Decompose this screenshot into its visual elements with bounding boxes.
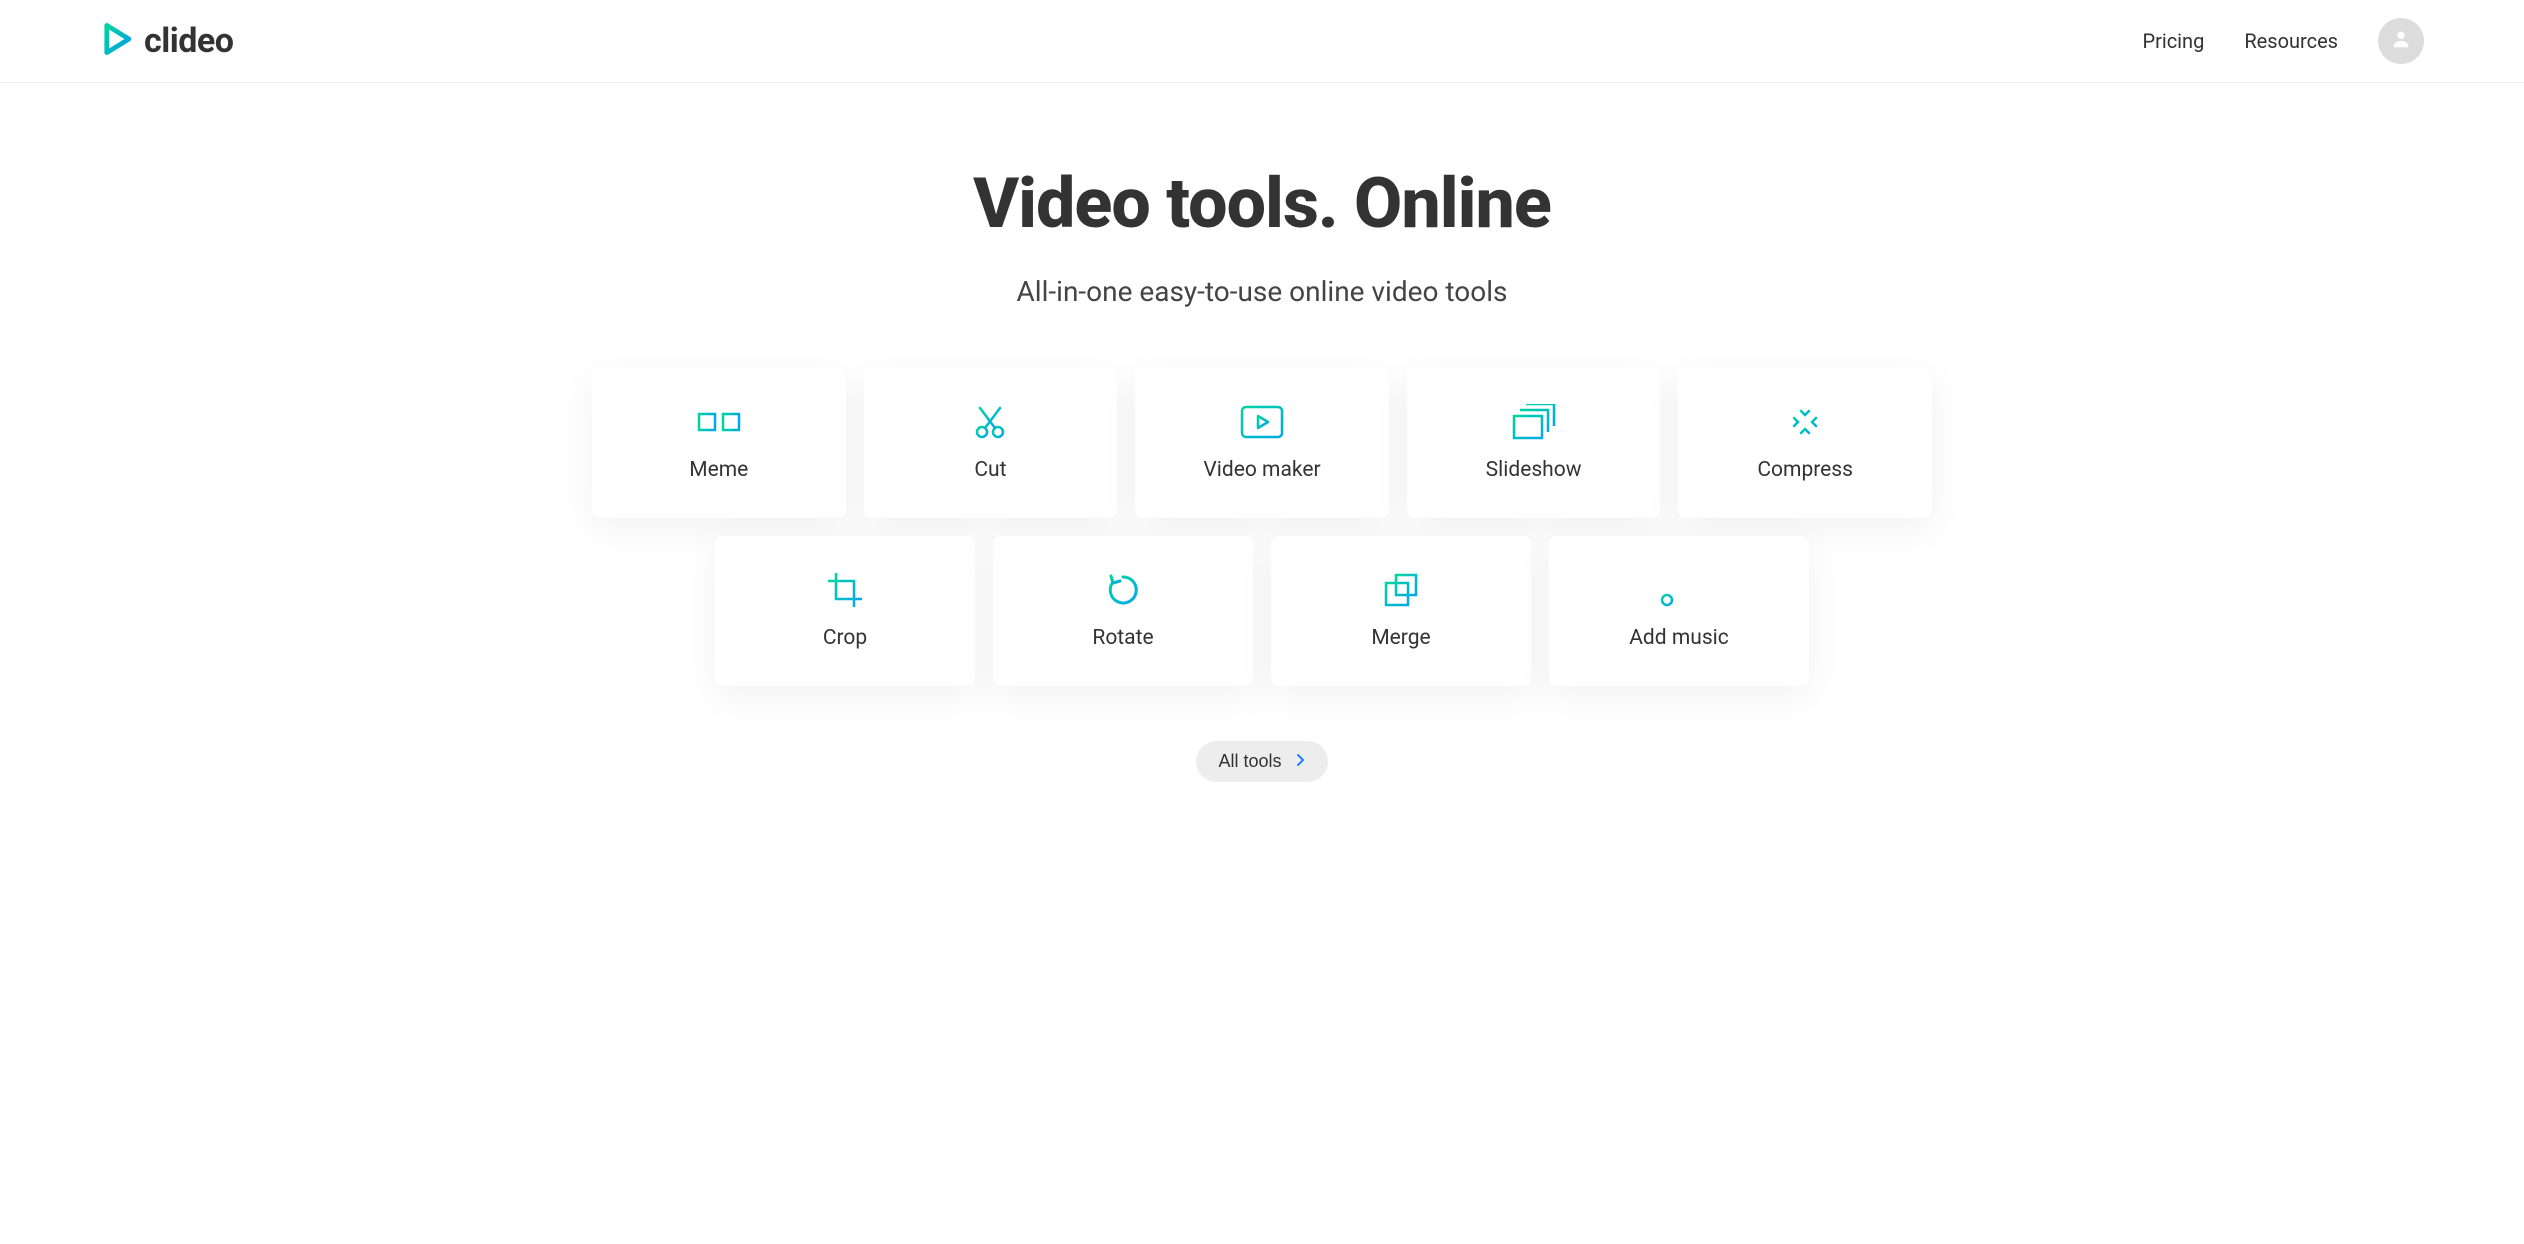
avatar[interactable] bbox=[2378, 18, 2424, 64]
tool-video-maker[interactable]: Video maker bbox=[1135, 368, 1389, 518]
chevron-right-icon bbox=[1296, 751, 1306, 772]
tools-row-1: Meme Cut Video bbox=[592, 368, 1932, 518]
tool-label: Slideshow bbox=[1486, 458, 1582, 482]
play-icon bbox=[100, 22, 134, 60]
tool-label: Video maker bbox=[1203, 458, 1320, 482]
tool-cut[interactable]: Cut bbox=[864, 368, 1118, 518]
tool-label: Meme bbox=[689, 458, 748, 482]
tool-compress[interactable]: Compress bbox=[1678, 368, 1932, 518]
slideshow-icon bbox=[1512, 404, 1556, 440]
tool-add-music[interactable]: Add music bbox=[1549, 536, 1809, 686]
logo[interactable]: clideo bbox=[100, 21, 233, 61]
music-plus-icon bbox=[1659, 572, 1699, 608]
tool-label: Rotate bbox=[1092, 626, 1153, 650]
tool-label: Cut bbox=[974, 458, 1006, 482]
tools-grid: Meme Cut Video bbox=[572, 368, 1952, 686]
play-rect-icon bbox=[1240, 404, 1284, 440]
crop-icon bbox=[826, 572, 864, 608]
nav: Pricing Resources bbox=[2142, 18, 2424, 64]
all-tools-wrap: All tools bbox=[0, 741, 2524, 812]
tool-slideshow[interactable]: Slideshow bbox=[1407, 368, 1661, 518]
tools-row-2: Crop Rotate Merge bbox=[592, 536, 1932, 686]
user-icon bbox=[2390, 28, 2412, 54]
tool-merge[interactable]: Merge bbox=[1271, 536, 1531, 686]
nav-pricing[interactable]: Pricing bbox=[2142, 29, 2204, 53]
nav-resources[interactable]: Resources bbox=[2244, 29, 2338, 53]
tool-rotate[interactable]: Rotate bbox=[993, 536, 1253, 686]
scissors-icon bbox=[972, 404, 1008, 440]
compress-icon bbox=[1785, 404, 1825, 440]
merge-icon bbox=[1382, 572, 1420, 608]
tool-label: Crop bbox=[823, 626, 867, 650]
all-tools-label: All tools bbox=[1218, 751, 1281, 772]
hero: Video tools. Online All-in-one easy-to-u… bbox=[0, 83, 2524, 308]
rotate-icon bbox=[1105, 572, 1141, 608]
tool-label: Compress bbox=[1757, 458, 1853, 482]
tool-meme[interactable]: Meme bbox=[592, 368, 846, 518]
tool-label: Add music bbox=[1629, 626, 1729, 650]
tool-label: Merge bbox=[1371, 626, 1430, 650]
page-title: Video tools. Online bbox=[0, 163, 2524, 245]
page-subtitle: All-in-one easy-to-use online video tool… bbox=[0, 275, 2524, 308]
tool-crop[interactable]: Crop bbox=[715, 536, 975, 686]
meme-icon bbox=[691, 404, 747, 440]
logo-text: clideo bbox=[144, 21, 233, 61]
all-tools-button[interactable]: All tools bbox=[1196, 741, 1327, 782]
header: clideo Pricing Resources bbox=[0, 0, 2524, 83]
